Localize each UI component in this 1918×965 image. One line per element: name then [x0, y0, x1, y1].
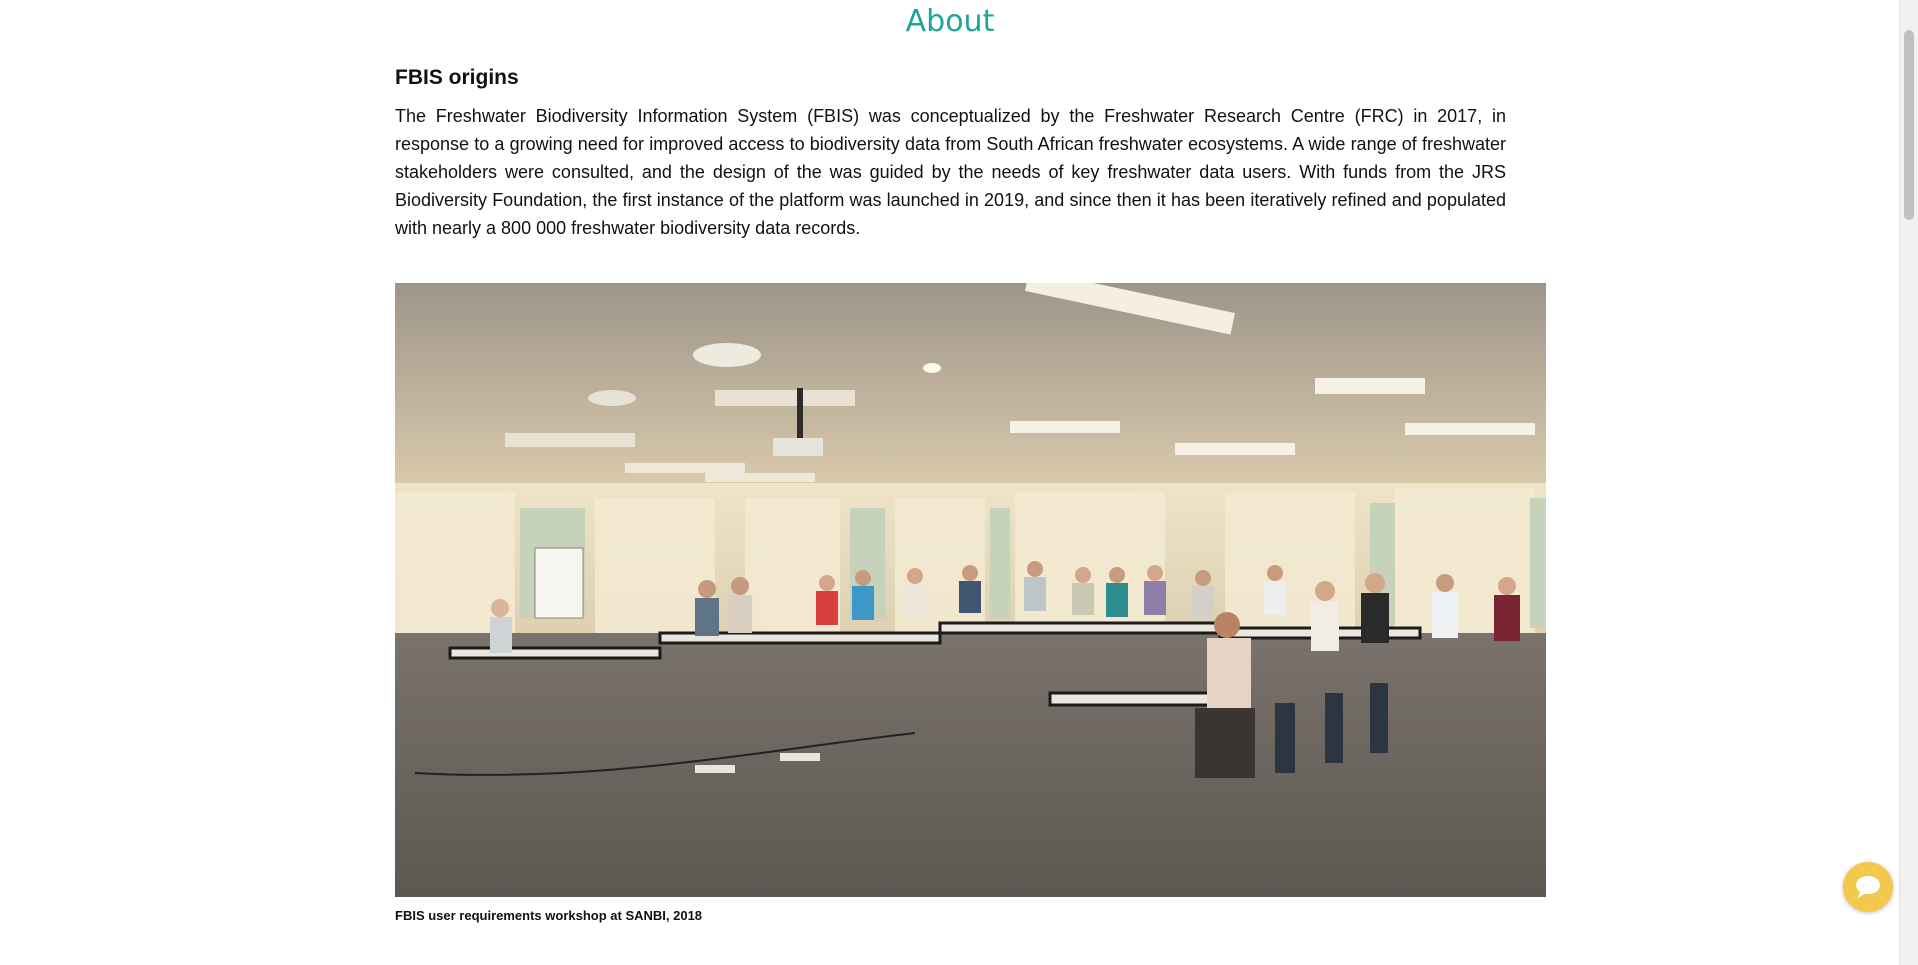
page-title: About — [905, 4, 995, 39]
photo-caption: FBIS user requirements workshop at SANBI… — [395, 908, 703, 923]
chat-button[interactable] — [1843, 862, 1893, 912]
about-content: FBIS origins The Freshwater Biodiversity… — [395, 66, 1506, 242]
about-page: About FBIS origins The Freshwater Biodiv… — [0, 0, 1918, 965]
section-heading: FBIS origins — [395, 66, 519, 89]
vertical-scrollbar[interactable] — [1899, 0, 1918, 965]
chat-bubble-icon — [1856, 876, 1880, 898]
section-paragraph: The Freshwater Biodiversity Information … — [395, 106, 1506, 238]
workshop-photo — [395, 283, 1546, 897]
scrollbar-thumb[interactable] — [1904, 30, 1914, 220]
